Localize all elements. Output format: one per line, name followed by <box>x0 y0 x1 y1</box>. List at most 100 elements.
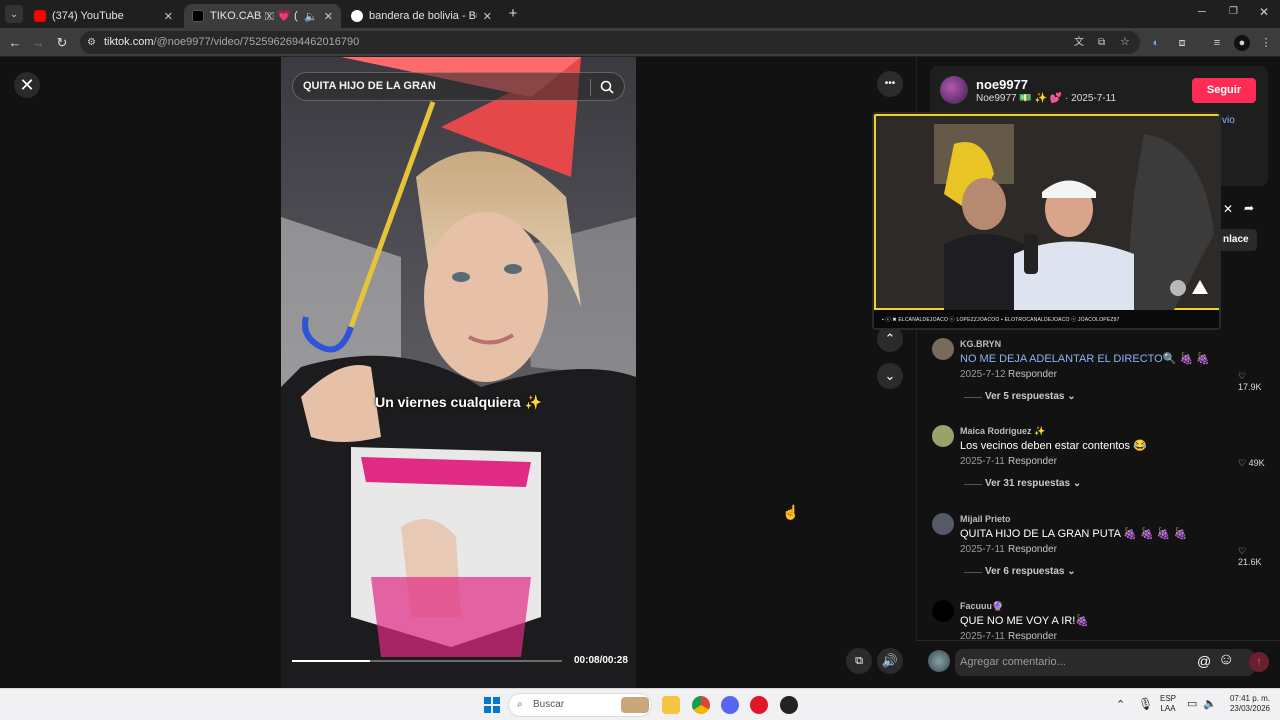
tab-tiktok[interactable]: TIKO.CAB 🇽 💗 (@tiko.cab... 🔈 ✕ <box>184 4 341 28</box>
microphone-icon[interactable]: 🎙 <box>1138 697 1153 711</box>
like-button[interactable]: ♡ 21.6K <box>1238 546 1272 567</box>
comment-avatar[interactable] <box>932 425 954 447</box>
chevron-down-icon: ⌄ <box>1067 391 1076 402</box>
network-icon[interactable]: ▭ <box>1187 697 1197 710</box>
keyboard-layout: LAA <box>1160 704 1176 713</box>
browser-tab-bar: ⌄ (374) YouTube ✕ TIKO.CAB 🇽 💗 (@tiko.ca… <box>0 0 1280 28</box>
browser-toolbar: ← → ↻ ⚙ tiktok.com/@noe9977/video/752596… <box>0 28 1280 57</box>
like-count: 17.9K <box>1238 382 1262 392</box>
comment-date: 2025-7-12 <box>960 369 1006 380</box>
site-info-icon[interactable]: ⚙ <box>87 31 96 54</box>
video-search-box[interactable]: QUITA HIJO DE LA GRAN <box>292 72 625 101</box>
replies-divider <box>964 484 982 485</box>
chrome-icon[interactable] <box>692 696 710 714</box>
opera-icon[interactable] <box>750 696 768 714</box>
restore-icon[interactable]: ❐ <box>1229 6 1238 17</box>
comment-item: KG.BRYN NO ME DEJA ADELANTAR EL DIRECTO🔍 … <box>932 338 1272 422</box>
search-divider <box>590 79 591 96</box>
forward-icon[interactable]: → <box>29 34 47 52</box>
menu-icon[interactable]: ⋮ <box>1258 35 1274 51</box>
video-player[interactable] <box>281 57 636 688</box>
volume-button[interactable]: 🔊 <box>877 648 903 674</box>
close-window-icon[interactable]: ✕ <box>1259 5 1269 19</box>
comment-username[interactable]: Facuuu🔮 <box>960 601 1003 612</box>
install-app-icon[interactable]: ⧉ <box>1098 31 1105 54</box>
taskbar-search[interactable]: ⌕ Buscar <box>508 693 652 717</box>
bookmark-star-icon[interactable]: ☆ <box>1120 31 1130 54</box>
picture-in-picture-window[interactable]: ▪ ⓒ ✖ ELCANALDEJOACO ⓒ LOPEZZJOACOO ▪ EL… <box>872 112 1221 330</box>
post-comment-button[interactable]: ↑ <box>1249 652 1269 672</box>
comment-avatar[interactable] <box>932 513 954 535</box>
clock[interactable]: 07:41 p. m. 23/03/2026 <box>1222 694 1270 714</box>
comment-text: QUITA HIJO DE LA GRAN PUTA 🍇 🍇 🍇 🍇 <box>960 528 1188 540</box>
comment-text: Los vecinos deben estar contentos 😂 <box>960 440 1147 452</box>
search-icon[interactable] <box>599 79 615 95</box>
reply-button[interactable]: Responder <box>1008 544 1057 555</box>
view-replies-button[interactable]: Ver 6 respuestas ⌄ <box>985 566 1076 577</box>
close-tab-icon[interactable]: ✕ <box>483 10 492 23</box>
comment-avatar[interactable] <box>932 338 954 360</box>
google-icon <box>351 10 363 22</box>
back-icon[interactable]: ← <box>6 34 24 52</box>
translate-icon[interactable]: 文 <box>1074 31 1084 54</box>
copy-link-button[interactable]: nlace <box>1215 229 1257 251</box>
mute-tab-icon[interactable]: 🔈 <box>304 10 318 23</box>
like-count: 49K <box>1248 458 1265 468</box>
x-share-icon[interactable]: ✕ <box>1223 202 1233 216</box>
taskbar-search-text: Buscar <box>533 699 565 710</box>
comment-text: NO ME DEJA ADELANTAR EL DIRECTO🔍 🍇 🍇 <box>960 353 1210 365</box>
more-options-button[interactable]: ••• <box>877 71 903 97</box>
view-replies-label: Ver 6 respuestas <box>985 566 1065 577</box>
search-highlight-icon <box>621 697 649 713</box>
discord-icon[interactable] <box>721 696 739 714</box>
speaker-icon[interactable]: 🔈 <box>1203 697 1217 710</box>
comment-username[interactable]: Mijail Prieto <box>960 514 1011 524</box>
minimize-icon[interactable]: ─ <box>1198 6 1206 18</box>
profile-icon[interactable]: ● <box>1234 35 1250 51</box>
language-indicator[interactable]: ESP LAA <box>1160 694 1176 714</box>
close-tab-icon[interactable]: ✕ <box>164 10 173 23</box>
partial-link-text[interactable]: vio <box>1222 115 1235 126</box>
youtube-icon <box>34 10 46 22</box>
emoji-icon[interactable]: ☺ <box>1218 651 1234 669</box>
tray-chevron-icon[interactable]: ⌃ <box>1116 698 1125 711</box>
comment-username[interactable]: Maica Rodríguez ✨ <box>960 426 1045 437</box>
reload-icon[interactable]: ↻ <box>53 34 71 52</box>
heart-icon: ♡ <box>1238 546 1247 556</box>
extension-icon[interactable]: ◐ <box>1148 35 1164 51</box>
like-button[interactable]: ♡ 17.9K <box>1238 371 1272 392</box>
my-avatar <box>928 650 950 672</box>
media-control-icon[interactable]: ≡ <box>1209 35 1225 51</box>
video-progress-bar[interactable] <box>292 660 562 662</box>
tab-youtube[interactable]: (374) YouTube ✕ <box>26 4 181 28</box>
like-button[interactable]: ♡ 49K <box>1238 458 1265 469</box>
tab-search-button[interactable]: ⌄ <box>5 5 23 23</box>
share-arrow-icon[interactable]: ➦ <box>1244 201 1254 215</box>
author-avatar[interactable] <box>940 76 968 104</box>
close-tab-icon[interactable]: ✕ <box>324 10 333 23</box>
tab-google-search[interactable]: bandera de bolivia - Buscar con... ✕ <box>343 4 500 28</box>
next-video-button[interactable]: ⌄ <box>877 363 903 389</box>
reply-button[interactable]: Responder <box>1008 456 1057 467</box>
comment-item: Mijail Prieto QUITA HIJO DE LA GRAN PUTA … <box>932 513 1272 597</box>
comment-avatar[interactable] <box>932 600 954 622</box>
pip-toggle-button[interactable]: ⧉ <box>846 648 872 674</box>
clock-date: 23/03/2026 <box>1229 704 1270 713</box>
view-replies-button[interactable]: Ver 31 respuestas ⌄ <box>985 478 1081 489</box>
windows-start-icon[interactable] <box>484 697 500 713</box>
extensions-puzzle-icon[interactable]: ⧈ <box>1174 35 1190 51</box>
tab-title: bandera de bolivia - Buscar con... <box>369 10 477 22</box>
follow-button[interactable]: Seguir <box>1192 78 1256 103</box>
app-icon[interactable] <box>780 696 798 714</box>
pip-channel-banner: ▪ ⓒ ✖ ELCANALDEJOACO ⓒ LOPEZZJOACOO ▪ EL… <box>874 310 1219 328</box>
reply-button[interactable]: Responder <box>1008 369 1057 380</box>
author-username[interactable]: noe9977 <box>976 77 1028 92</box>
mention-icon[interactable]: @ <box>1197 653 1211 669</box>
close-player-button[interactable]: ✕ <box>14 72 40 98</box>
search-icon: ⌕ <box>517 699 523 710</box>
file-explorer-icon[interactable] <box>662 696 680 714</box>
comment-username[interactable]: KG.BRYN <box>960 339 1001 349</box>
address-bar[interactable]: ⚙ tiktok.com/@noe9977/video/752596269446… <box>80 31 1140 54</box>
view-replies-button[interactable]: Ver 5 respuestas ⌄ <box>985 391 1076 402</box>
new-tab-button[interactable]: + <box>504 4 522 24</box>
